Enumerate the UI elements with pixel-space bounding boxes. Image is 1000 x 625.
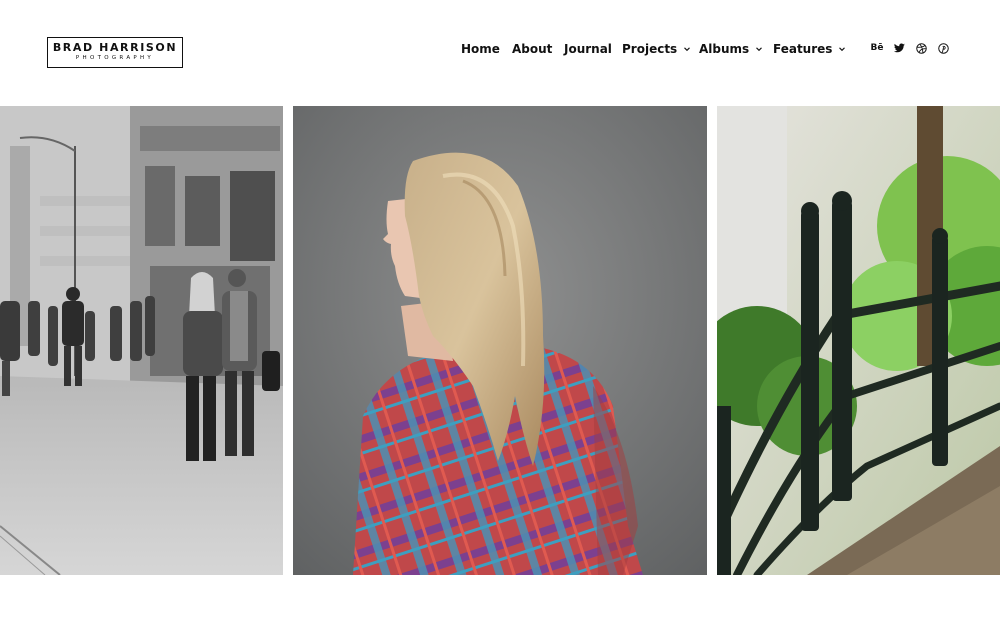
pinterest-icon[interactable] [936,41,950,55]
nav-label-home: Home [461,42,500,56]
chevron-down-icon [684,47,691,52]
nav-item-journal[interactable]: Journal [564,42,622,56]
main-navigation: Home About Journal Projects Albums Featu… [461,40,846,58]
nav-label-journal: Journal [564,42,612,56]
logo-subtitle: PHOTOGRAPHY [75,55,155,61]
nav-label-features: Features [773,42,833,56]
nav-item-about[interactable]: About [512,42,564,56]
behance-icon[interactable]: Bē [870,41,884,55]
site-header: BRAD HARRISON PHOTOGRAPHY Home About Jou… [0,0,1000,106]
nav-label-about: About [512,42,553,56]
street-scene-image [0,106,283,575]
nav-item-features[interactable]: Features [773,42,846,56]
chevron-down-icon [756,47,763,52]
nav-label-projects: Projects [622,42,678,56]
site-logo[interactable]: BRAD HARRISON PHOTOGRAPHY [47,37,183,68]
dribbble-icon[interactable] [914,41,928,55]
gallery-photo-street[interactable] [0,106,283,575]
twitter-icon[interactable] [892,41,906,55]
photo-gallery [0,106,1000,575]
portrait-image [293,106,707,575]
logo-name: BRAD HARRISON [52,41,178,54]
nav-label-albums: Albums [699,42,750,56]
railing-image [717,106,1000,575]
gallery-photo-portrait[interactable] [293,106,707,575]
nav-item-projects[interactable]: Projects [622,42,699,56]
social-links: Bē [870,41,958,55]
nav-item-home[interactable]: Home [461,42,512,56]
nav-item-albums[interactable]: Albums [699,42,773,56]
gallery-photo-railing[interactable] [717,106,1000,575]
chevron-down-icon [839,47,846,52]
